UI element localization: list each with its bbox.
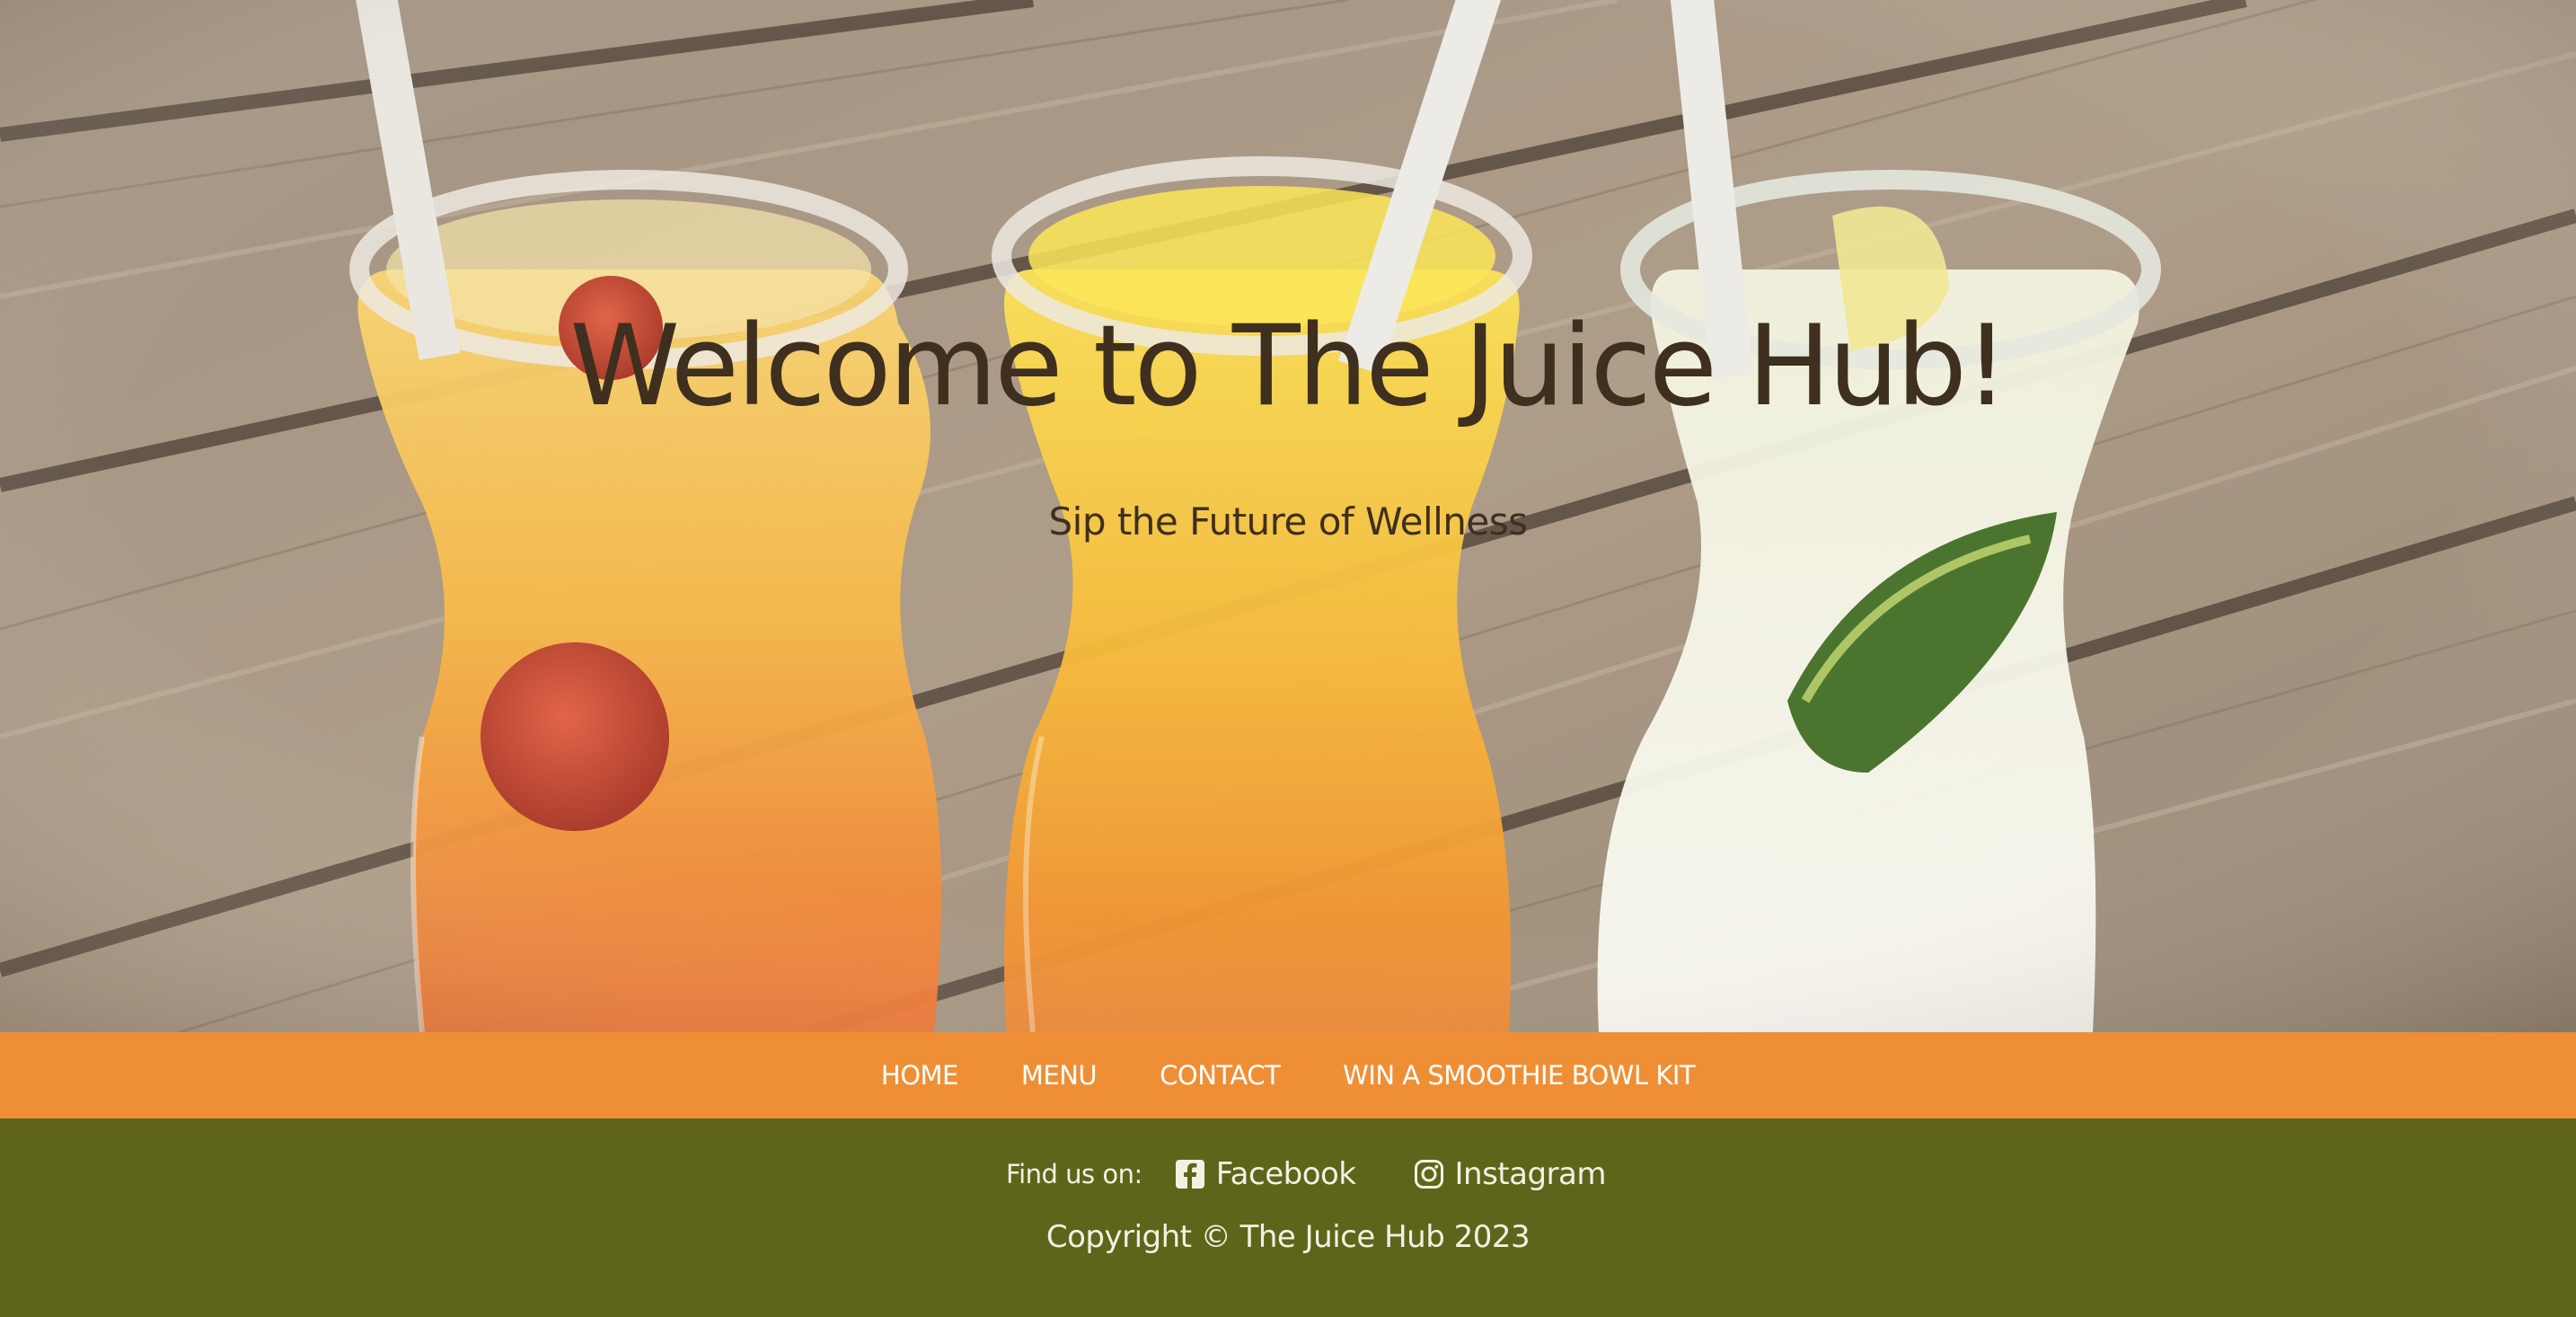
hero-title: Welcome to The Juice Hub!	[569, 302, 2008, 431]
instagram-icon	[1414, 1160, 1443, 1189]
nav-item-menu[interactable]: MENU	[1021, 1060, 1098, 1091]
facebook-link-label: Facebook	[1215, 1156, 1356, 1192]
hero-subtitle: Sip the Future of Wellness	[1048, 499, 1528, 544]
find-us-label: Find us on:	[1006, 1159, 1142, 1189]
nav-item-home[interactable]: HOME	[881, 1060, 958, 1091]
copyright-text: Copyright © The Juice Hub 2023	[1045, 1219, 1531, 1255]
hero-section: Welcome to The Juice Hub! Sip the Future…	[0, 0, 2576, 1032]
page: Welcome to The Juice Hub! Sip the Future…	[0, 0, 2576, 1317]
facebook-icon	[1175, 1160, 1204, 1189]
instagram-link[interactable]: Instagram	[1414, 1156, 1606, 1192]
social-links-row: Find us on: Facebook Instagram	[0, 1149, 2576, 1199]
main-navigation: HOME MENU CONTACT WIN A SMOOTHIE BOWL KI…	[0, 1032, 2576, 1118]
facebook-link[interactable]: Facebook	[1175, 1156, 1356, 1192]
nav-item-win-smoothie-bowl-kit[interactable]: WIN A SMOOTHIE BOWL KIT	[1343, 1060, 1695, 1091]
footer: Find us on: Facebook Instagram Copyright…	[0, 1118, 2576, 1317]
nav-item-contact[interactable]: CONTACT	[1160, 1060, 1281, 1091]
instagram-link-label: Instagram	[1454, 1156, 1607, 1192]
